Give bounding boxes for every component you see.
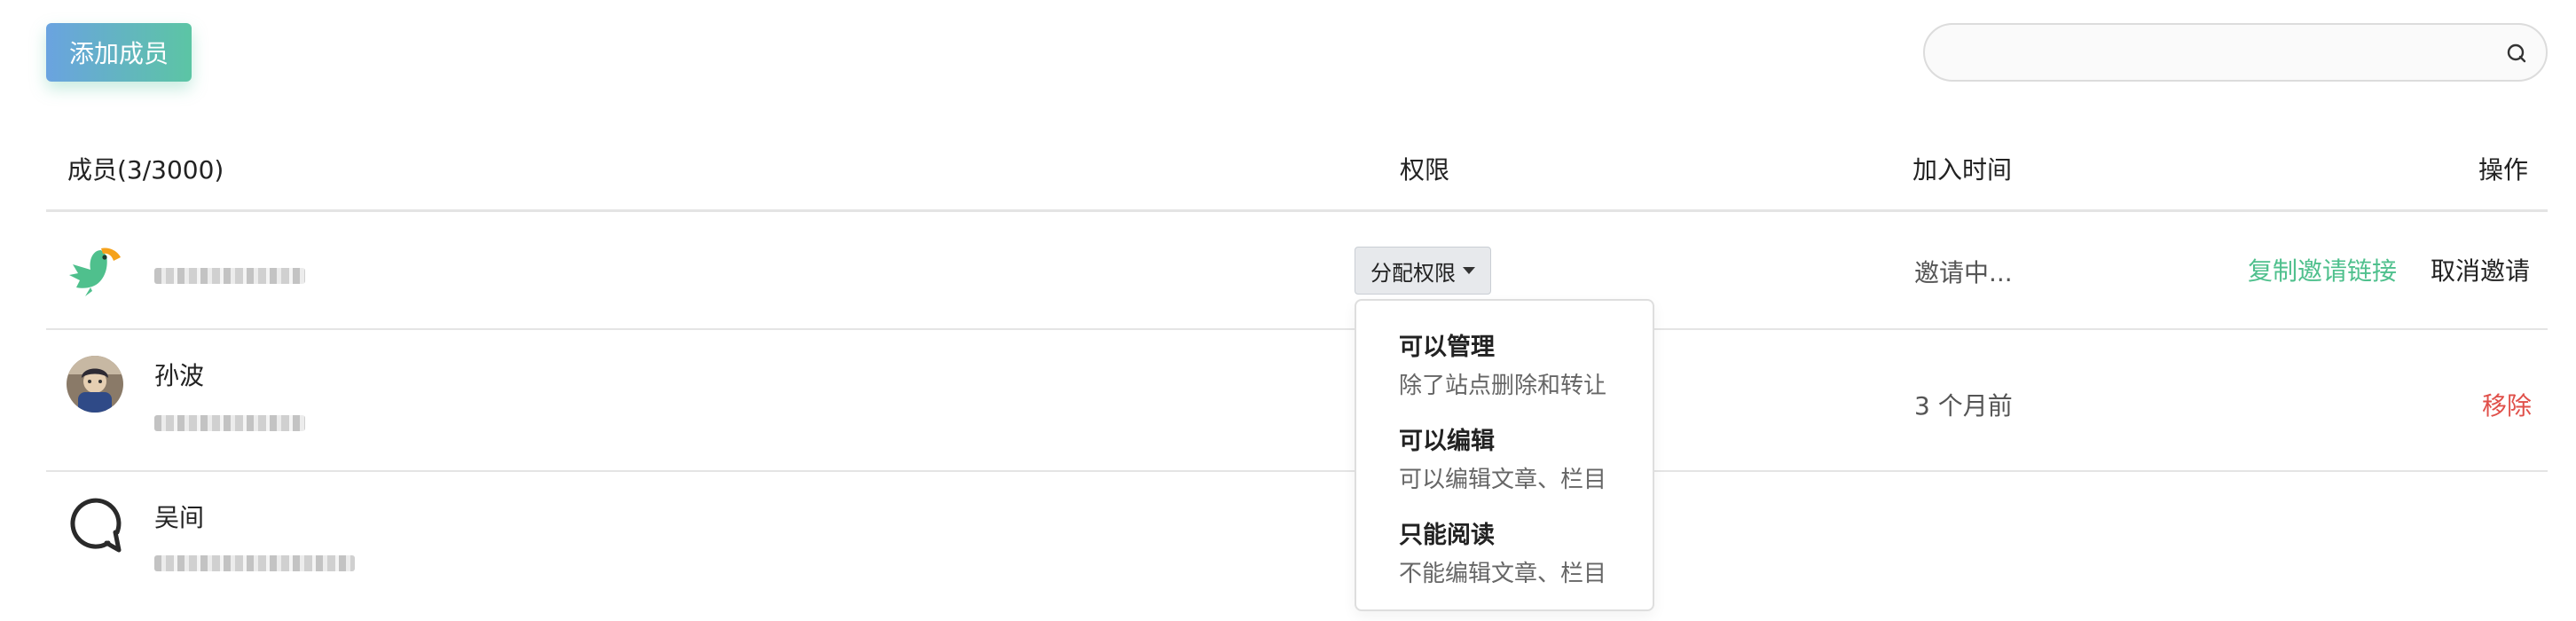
search-box (1923, 23, 2548, 82)
caret-down-icon (1463, 267, 1475, 274)
chat-bubble-icon (70, 498, 122, 553)
permission-option-read[interactable]: 只能阅读 不能编辑文章、栏目 (1399, 515, 1606, 588)
blurred-email (154, 415, 305, 431)
row-divider (46, 470, 2548, 472)
permission-option-edit[interactable]: 可以编辑 可以编辑文章、栏目 (1399, 421, 1606, 494)
option-title: 可以编辑 (1399, 428, 1495, 455)
blurred-email (154, 555, 355, 571)
option-description: 可以编辑文章、栏目 (1399, 467, 1607, 493)
members-page: 添加成员 成员(3/3000) 权限 加入时间 操作 分配权限 邀请中... 复… (0, 0, 2576, 621)
column-header-member: 成员(3/3000) (67, 155, 224, 185)
option-description: 不能编辑文章、栏目 (1399, 561, 1607, 587)
copy-invite-link[interactable]: 复制邀请链接 (2248, 252, 2397, 287)
permission-option-manage[interactable]: 可以管理 除了站点删除和转让 (1399, 327, 1606, 400)
cancel-invite-link[interactable]: 取消邀请 (2431, 252, 2530, 287)
column-header-permission: 权限 (1400, 155, 1450, 185)
avatar (67, 356, 123, 413)
search-input[interactable] (1946, 25, 2482, 82)
assign-permission-button[interactable]: 分配权限 (1355, 247, 1491, 295)
row-divider (46, 328, 2548, 330)
search-icon[interactable] (2505, 42, 2528, 65)
blurred-email (154, 268, 305, 284)
option-title: 可以管理 (1399, 334, 1495, 361)
assign-permission-label: 分配权限 (1370, 260, 1456, 286)
remove-member-link[interactable]: 移除 (2482, 387, 2532, 422)
permission-dropdown: 可以管理 除了站点删除和转让 可以编辑 可以编辑文章、栏目 只能阅读 不能编辑文… (1355, 299, 1654, 611)
option-description: 除了站点删除和转让 (1399, 373, 1607, 399)
option-title: 只能阅读 (1399, 522, 1495, 549)
member-name: 孙波 (154, 361, 205, 390)
column-header-join-time: 加入时间 (1912, 155, 2013, 185)
invite-status: 邀请中... (1914, 258, 2013, 287)
add-member-button[interactable]: 添加成员 (46, 23, 192, 82)
header-divider (46, 209, 2548, 212)
parrot-logo (69, 248, 121, 296)
member-name: 吴间 (154, 503, 205, 532)
column-header-actions: 操作 (2478, 155, 2529, 185)
join-time: 3 个月前 (1914, 391, 2013, 421)
